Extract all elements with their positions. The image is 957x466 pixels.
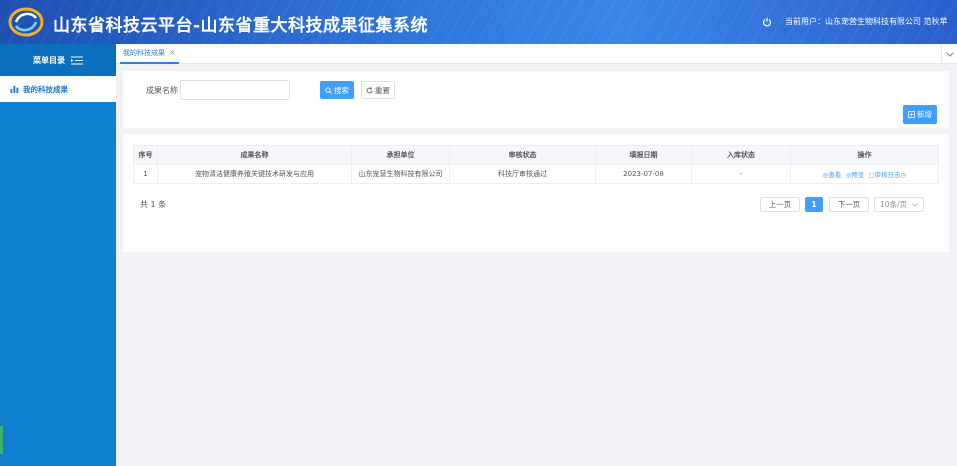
clock-icon: ◷ [900, 171, 907, 179]
sidebar-item-my-achievements[interactable]: 我的科技成果 [0, 76, 116, 102]
cell-index: 1 [133, 164, 158, 184]
achievement-name-label: 成果名称 [146, 86, 178, 95]
search-panel: 成果名称 搜索 重置 新增 [123, 71, 949, 128]
column-header-unit: 承担单位 [351, 145, 450, 165]
column-header-storage: 入库状态 [691, 145, 791, 165]
preview-link[interactable]: ◎预览 [846, 171, 865, 179]
column-header-date: 填报日期 [595, 145, 692, 165]
cell-actions: ◎查看 ◎预览 ▢审核日志◷ [790, 164, 939, 184]
current-user-info: 当前用户：山东宠营生物科技有限公司 范秋苹 [785, 17, 948, 26]
search-icon [325, 86, 332, 94]
power-icon[interactable] [762, 17, 772, 27]
add-icon [908, 111, 915, 118]
next-page-button[interactable]: 下一页 [829, 197, 869, 212]
column-header-status: 审核状态 [449, 145, 596, 165]
side-marker [0, 426, 3, 454]
cell-name: 宠物清洁健康养殖关键技术研发与应用 [157, 164, 352, 184]
reset-button-label: 重置 [375, 85, 390, 95]
view-link[interactable]: ◎查看 [823, 171, 842, 179]
tab-dropdown[interactable] [941, 44, 957, 64]
sidebar: 菜单目录 我的科技成果 [0, 44, 116, 466]
chart-icon [10, 86, 19, 93]
column-header-index: 序号 [133, 145, 158, 165]
prev-page-button[interactable]: 上一页 [760, 197, 800, 212]
cell-date: 2023-07-08 [595, 164, 692, 184]
page-number-current[interactable]: 1 [805, 197, 823, 212]
tab-my-achievements[interactable]: 我的科技成果 × [120, 44, 179, 64]
logo-icon [8, 7, 44, 37]
column-header-name: 成果名称 [157, 145, 352, 165]
results-panel: 序号 成果名称 承担单位 审核状态 填报日期 入库状态 操作 1 宠物清洁健康养… [123, 134, 949, 252]
table-header-row: 序号 成果名称 承担单位 审核状态 填报日期 入库状态 操作 [133, 145, 939, 165]
achievements-table: 序号 成果名称 承担单位 审核状态 填报日期 入库状态 操作 1 宠物清洁健康养… [133, 145, 939, 184]
menu-toggle-icon[interactable] [71, 56, 83, 65]
achievement-name-input[interactable] [180, 80, 290, 100]
app-header: 山东省科技云平台-山东省重大科技成果征集系统 当前用户：山东宠营生物科技有限公司… [0, 0, 957, 44]
search-button-label: 搜索 [334, 85, 349, 95]
search-button[interactable]: 搜索 [320, 81, 354, 99]
audit-log-link-label: 审核日志 [874, 171, 901, 179]
view-link-label: 查看 [828, 171, 842, 179]
cell-status: 科技厅审核通过 [449, 164, 596, 184]
refresh-icon [366, 86, 373, 93]
sidebar-heading: 菜单目录 [0, 44, 116, 76]
sidebar-heading-label: 菜单目录 [33, 55, 65, 65]
cell-unit: 山东宠营生物科技有限公司 [351, 164, 450, 184]
add-button-label: 新增 [917, 110, 932, 119]
add-button[interactable]: 新增 [903, 105, 937, 124]
page-size-select[interactable]: 10条/页 [874, 197, 924, 212]
reset-button[interactable]: 重置 [361, 81, 395, 99]
table-row: 1 宠物清洁健康养殖关键技术研发与应用 山东宠营生物科技有限公司 科技厅审核通过… [133, 164, 939, 184]
close-icon[interactable]: × [169, 49, 176, 57]
app-title: 山东省科技云平台-山东省重大科技成果征集系统 [53, 16, 429, 36]
column-header-actions: 操作 [790, 145, 939, 165]
preview-link-label: 预览 [851, 171, 865, 179]
audit-log-link[interactable]: ▢审核日志◷ [868, 171, 906, 179]
sidebar-item-label: 我的科技成果 [23, 84, 68, 94]
page-size-value: 10条/页 [880, 200, 908, 209]
chevron-down-icon [912, 202, 918, 207]
chevron-down-icon [945, 51, 954, 57]
total-count: 共 1 条 [140, 200, 167, 209]
tab-bar: 我的科技成果 × [116, 44, 957, 64]
cell-storage: - [691, 164, 791, 184]
tab-label: 我的科技成果 [123, 49, 165, 57]
